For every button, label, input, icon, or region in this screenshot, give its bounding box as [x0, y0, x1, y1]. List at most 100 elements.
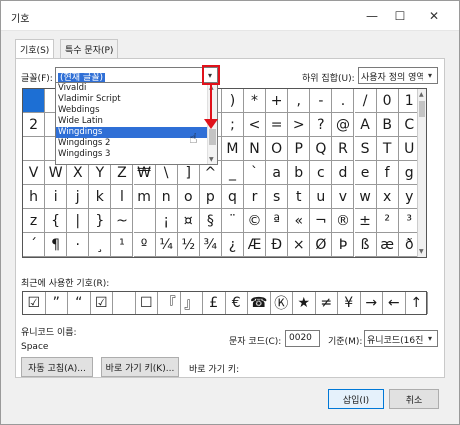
scroll-down-icon[interactable]: ▼: [419, 248, 424, 255]
symbol-cell[interactable]: B: [376, 113, 399, 137]
symbol-cell[interactable]: Ø: [310, 233, 333, 257]
recent-symbol-cell[interactable]: ←: [383, 292, 406, 314]
symbol-cell[interactable]: º: [133, 233, 156, 257]
scroll-up-icon[interactable]: ▲: [419, 91, 424, 98]
symbol-cell[interactable]: ;: [221, 113, 244, 137]
symbol-cell[interactable]: V: [23, 161, 46, 185]
list-scroll-down-icon[interactable]: ▼: [209, 156, 214, 163]
symbol-cell[interactable]: ¼: [155, 233, 178, 257]
symbol-cell[interactable]: ½: [177, 233, 200, 257]
recent-symbol-cell[interactable]: ¥: [338, 292, 361, 314]
symbol-cell[interactable]: i: [45, 185, 68, 209]
symbol-cell[interactable]: t: [288, 185, 311, 209]
symbol-cell[interactable]: 0: [376, 89, 399, 113]
font-list-item[interactable]: Wide Latin: [56, 116, 217, 127]
symbol-cell[interactable]: f: [376, 161, 399, 185]
symbol-cell[interactable]: +: [266, 89, 289, 113]
recent-symbol-cell[interactable]: →: [361, 292, 383, 314]
symbol-cell[interactable]: P: [288, 137, 311, 161]
symbol-cell[interactable]: R: [332, 137, 355, 161]
font-list-item[interactable]: Vladimir Script: [56, 94, 217, 105]
symbol-cell[interactable]: v: [332, 185, 355, 209]
symbol-cell[interactable]: ¸: [89, 233, 112, 257]
recent-symbol-cell[interactable]: Ⓚ: [271, 292, 293, 314]
symbol-cell[interactable]: =: [266, 113, 289, 137]
symbol-cell[interactable]: O: [266, 137, 289, 161]
symbol-cell[interactable]: e: [354, 161, 377, 185]
symbol-cell[interactable]: h: [23, 185, 46, 209]
symbol-cell[interactable]: .: [332, 89, 355, 113]
recent-symbol-cell[interactable]: £: [203, 292, 226, 314]
symbol-cell[interactable]: ¿: [221, 233, 244, 257]
symbol-cell[interactable]: ®: [332, 209, 355, 233]
symbol-cell[interactable]: j: [67, 185, 90, 209]
recent-symbol-cell[interactable]: ☎: [248, 292, 271, 314]
symbol-cell[interactable]: T: [376, 137, 399, 161]
symbol-cell[interactable]: ?: [310, 113, 333, 137]
symbol-cell[interactable]: S: [354, 137, 377, 161]
insert-button[interactable]: 삽입(I): [328, 389, 384, 409]
symbol-cell[interactable]: N: [244, 137, 267, 161]
tab-symbols[interactable]: 기호(S): [15, 39, 55, 60]
symbol-cell[interactable]: ª: [266, 209, 289, 233]
recent-symbol-cell[interactable]: ≠: [316, 292, 338, 314]
symbol-cell[interactable]: A: [354, 113, 377, 137]
recent-symbol-cell[interactable]: “: [68, 292, 91, 314]
symbol-cell[interactable]: @: [332, 113, 355, 137]
shortcut-key-button[interactable]: 바로 가기 키(K)...: [101, 357, 179, 377]
symbol-cell[interactable]: *: [244, 89, 267, 113]
symbol-cell[interactable]: Q: [310, 137, 333, 161]
symbol-cell[interactable]: r: [244, 185, 267, 209]
symbol-cell[interactable]: {: [45, 209, 68, 233]
symbol-cell[interactable]: [23, 137, 46, 161]
symbol-cell[interactable]: l: [111, 185, 134, 209]
symbol-cell[interactable]: Æ: [244, 233, 267, 257]
recent-symbol-cell[interactable]: ★: [293, 292, 316, 314]
symbol-cell[interactable]: u: [310, 185, 333, 209]
symbol-cell[interactable]: ±: [354, 209, 377, 233]
symbol-cell[interactable]: k: [89, 185, 112, 209]
symbol-cell[interactable]: n: [155, 185, 178, 209]
symbol-cell[interactable]: x: [376, 185, 399, 209]
recent-symbol-cell[interactable]: 『: [158, 292, 181, 314]
symbol-cell[interactable]: _: [221, 161, 244, 185]
grid-scrollbar[interactable]: ▲ ▼: [417, 89, 426, 257]
font-list-item[interactable]: Vivaldi: [56, 83, 217, 94]
symbol-cell[interactable]: w: [354, 185, 377, 209]
symbol-cell[interactable]: §: [199, 209, 222, 233]
close-button[interactable]: ✕: [417, 1, 451, 31]
symbol-cell[interactable]: æ: [376, 233, 399, 257]
symbol-cell[interactable]: `: [244, 161, 267, 185]
symbol-cell[interactable]: >: [288, 113, 311, 137]
maximize-button[interactable]: ☐: [383, 1, 417, 31]
symbol-cell[interactable]: ¾: [199, 233, 222, 257]
symbol-cell[interactable]: m: [133, 185, 156, 209]
recent-symbol-cell[interactable]: ☐: [136, 292, 158, 314]
recent-symbol-cell[interactable]: €: [226, 292, 248, 314]
symbol-cell[interactable]: p: [199, 185, 222, 209]
symbol-cell[interactable]: 2: [23, 113, 46, 137]
symbol-cell[interactable]: ¤: [177, 209, 200, 233]
recent-symbol-cell[interactable]: ☑: [23, 292, 46, 314]
symbol-cell[interactable]: c: [310, 161, 333, 185]
subset-dropdown-arrow-icon[interactable]: ▾: [423, 68, 437, 83]
symbol-cell[interactable]: ¨: [221, 209, 244, 233]
symbol-cell[interactable]: |: [67, 209, 90, 233]
symbol-cell[interactable]: ©: [244, 209, 267, 233]
symbol-cell[interactable]: <: [244, 113, 267, 137]
recent-symbol-cell[interactable]: ”: [46, 292, 68, 314]
from-dropdown-arrow-icon[interactable]: ▾: [423, 331, 437, 346]
font-list-item[interactable]: Webdings: [56, 105, 217, 116]
symbol-cell[interactable]: Ð: [266, 233, 289, 257]
recent-symbol-cell[interactable]: ↑: [406, 292, 428, 314]
tab-special-characters[interactable]: 특수 문자(P): [60, 39, 119, 59]
symbol-cell[interactable]: z: [23, 209, 46, 233]
symbol-cell[interactable]: ß: [354, 233, 377, 257]
list-scroll-thumb[interactable]: [209, 129, 216, 145]
scroll-thumb[interactable]: [419, 101, 425, 117]
symbol-cell[interactable]: o: [177, 185, 200, 209]
autocorrect-button[interactable]: 자동 고침(A)...: [21, 357, 93, 377]
symbol-cell[interactable]: M: [221, 137, 244, 161]
symbol-cell[interactable]: d: [332, 161, 355, 185]
symbol-cell[interactable]: ²: [376, 209, 399, 233]
